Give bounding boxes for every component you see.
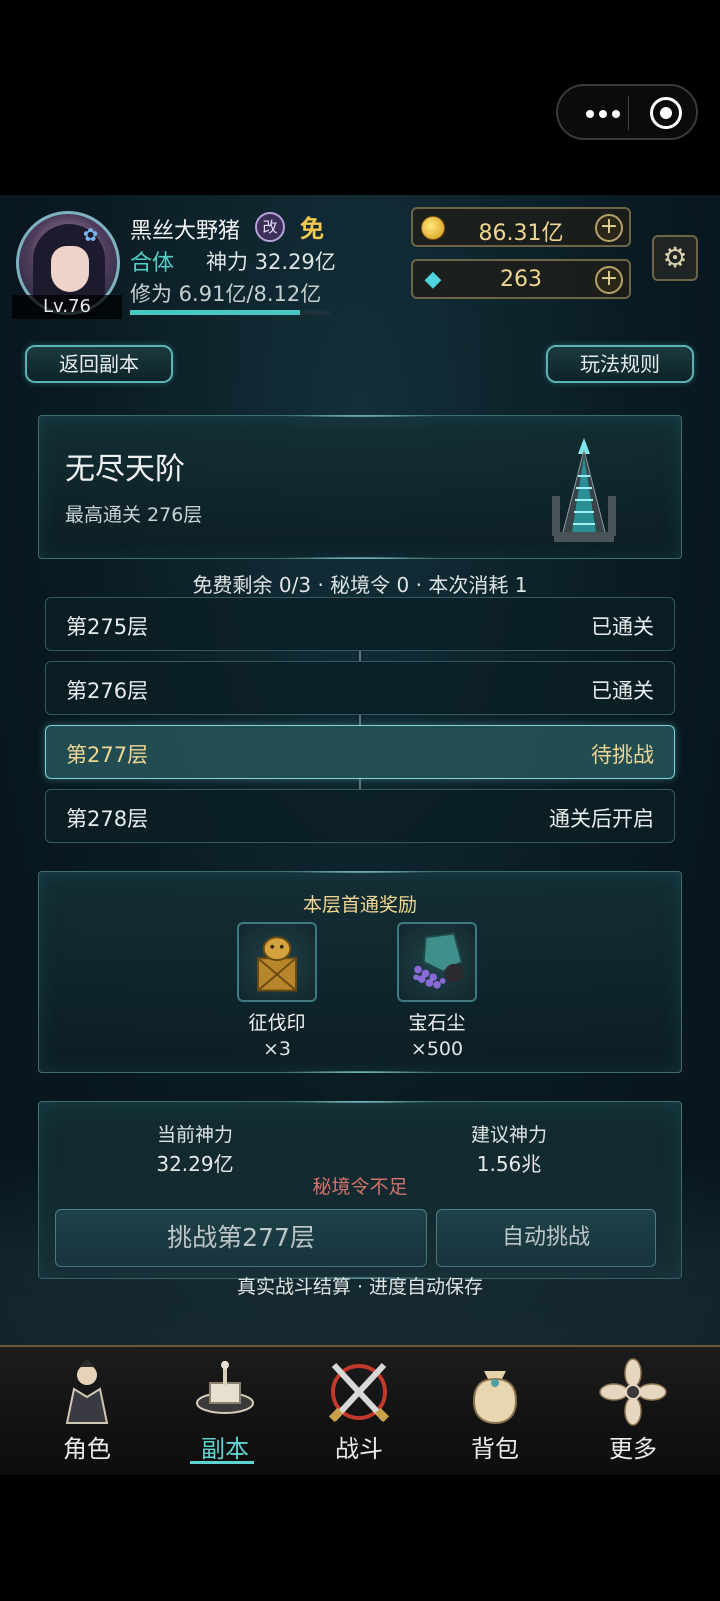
- miniprogram-capsule: [556, 84, 698, 140]
- player-power: 神力 32.29亿: [206, 250, 336, 274]
- suggest-power-label: 建议神力: [470, 1124, 547, 1146]
- bottom-tab-bar: 角色 副本 战斗 背包 更多: [0, 1345, 720, 1475]
- reward-count: ×500: [410, 1038, 464, 1060]
- gem-resource: ◆ 263 +: [411, 259, 631, 299]
- capsule-divider: [628, 96, 629, 130]
- gold-value: 86.31亿: [478, 221, 564, 246]
- floor-row[interactable]: 第276层 已通关: [45, 661, 675, 715]
- rewards-title: 本层首通奖励: [302, 894, 417, 916]
- reward-name: 宝石尘: [408, 1012, 466, 1034]
- gem-dust-icon[interactable]: [397, 922, 477, 1002]
- player-level: Lv.76: [12, 295, 122, 319]
- floor-connector: [359, 779, 361, 789]
- tab-label: 战斗: [335, 1435, 383, 1463]
- free-badge: 免: [300, 215, 324, 243]
- dungeon-header-panel: 无尽天阶 最高通关 276层: [38, 415, 682, 559]
- tab-character[interactable]: 角色: [22, 1347, 152, 1477]
- player-cultivation: 修为 6.91亿/8.12亿: [130, 282, 322, 306]
- crystal-icon: ◆: [424, 267, 442, 292]
- best-clear: 最高通关 276层: [65, 504, 203, 526]
- more-flower-icon: [599, 1358, 667, 1426]
- game-screen: ✿ Lv.76 黑丝大野猪 改 免 合体 神力 32.29亿 修为 6.91亿/…: [0, 195, 720, 1345]
- tab-label: 副本: [201, 1435, 249, 1463]
- tab-label: 背包: [471, 1435, 519, 1463]
- floor-label: 第276层: [66, 679, 149, 703]
- bag-icon: [472, 1371, 518, 1425]
- dungeon-title: 无尽天阶: [65, 452, 185, 487]
- rename-badge[interactable]: 改: [255, 212, 285, 242]
- hair-flower-icon: ✿: [83, 225, 99, 246]
- rewards-panel: 本层首通奖励 征伐印 ×3 宝石尘 ×500: [38, 871, 682, 1073]
- tab-label: 角色: [63, 1435, 111, 1463]
- tower-icon: [552, 438, 616, 542]
- auto-challenge-button[interactable]: 自动挑战: [436, 1209, 656, 1267]
- floor-status: 通关后开启: [549, 807, 654, 831]
- tab-dungeon[interactable]: 副本: [160, 1347, 290, 1477]
- character-icon: [65, 1359, 109, 1424]
- tab-battle[interactable]: 战斗: [294, 1347, 424, 1477]
- active-tab-underline: [190, 1461, 254, 1464]
- floor-row-current[interactable]: 第277层 待挑战: [45, 725, 675, 779]
- suggest-power-value: 1.56兆: [476, 1152, 542, 1176]
- gem-value: 263: [500, 267, 542, 292]
- cultivation-progress-bar: [130, 310, 330, 315]
- add-gold-button[interactable]: +: [595, 214, 623, 242]
- floor-status: 已通关: [591, 679, 654, 703]
- floor-label: 第277层: [66, 743, 149, 767]
- reward-name: 征伐印: [248, 1012, 306, 1034]
- player-name: 黑丝大野猪: [130, 219, 241, 244]
- dungeon-icon: [196, 1361, 254, 1414]
- current-power-value: 32.29亿: [156, 1152, 234, 1176]
- floor-row[interactable]: 第278层 通关后开启: [45, 789, 675, 843]
- add-gem-button[interactable]: +: [595, 266, 623, 294]
- seal-icon[interactable]: [237, 922, 317, 1002]
- player-realm: 合体: [130, 251, 175, 276]
- gold-coin-icon: [421, 216, 445, 240]
- tab-label: 更多: [609, 1435, 657, 1463]
- insufficient-token-warning: 秘境令不足: [312, 1176, 408, 1198]
- more-dots-icon[interactable]: [578, 100, 628, 126]
- status-line: 免费剩余 0/3 · 秘境令 0 · 本次消耗 1: [192, 573, 528, 597]
- rules-button[interactable]: 玩法规则: [546, 345, 694, 383]
- footer-note: 真实战斗结算 · 进度自动保存: [236, 1276, 484, 1298]
- floor-label: 第278层: [66, 807, 149, 831]
- settings-gear-icon[interactable]: ⚙: [652, 235, 698, 281]
- floor-status: 待挑战: [591, 743, 654, 767]
- reward-count: ×3: [262, 1038, 291, 1060]
- gold-resource: 86.31亿 +: [411, 207, 631, 247]
- floor-status: 已通关: [591, 615, 654, 639]
- back-to-dungeon-button[interactable]: 返回副本: [25, 345, 173, 383]
- floor-label: 第275层: [66, 615, 149, 639]
- tab-bag[interactable]: 背包: [430, 1347, 560, 1477]
- challenge-button[interactable]: 挑战第277层: [55, 1209, 427, 1267]
- close-target-icon[interactable]: [650, 97, 682, 129]
- current-power-label: 当前神力: [156, 1124, 233, 1146]
- tab-more[interactable]: 更多: [568, 1347, 698, 1477]
- floor-connector: [359, 651, 361, 661]
- battle-panel: 当前神力 32.29亿 建议神力 1.56兆 秘境令不足 挑战第277层 自动挑…: [38, 1101, 682, 1279]
- floor-row[interactable]: 第275层 已通关: [45, 597, 675, 651]
- crossed-swords-icon: [328, 1362, 390, 1423]
- floor-connector: [359, 715, 361, 725]
